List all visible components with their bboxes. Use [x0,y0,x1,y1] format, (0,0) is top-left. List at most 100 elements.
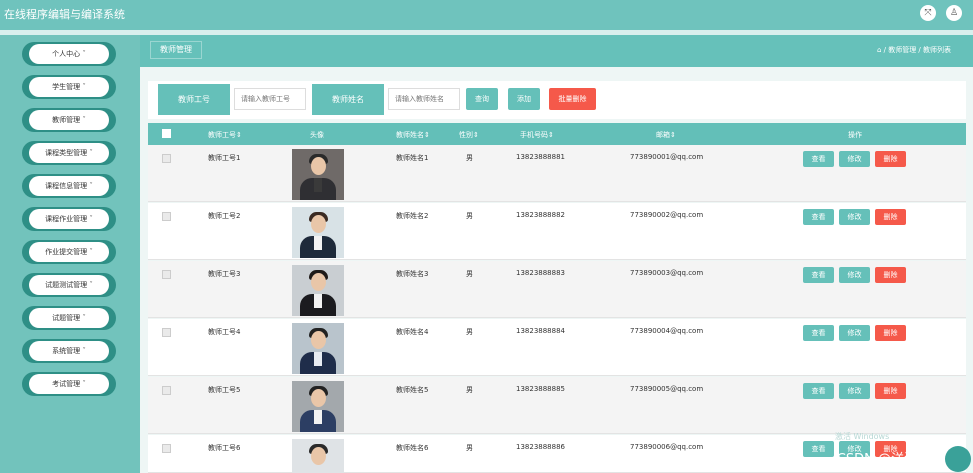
teacher-table: 教师工号⇕ 头像 教师姓名⇕ 性别⇕ 手机号码⇕ 邮箱⇕ 操作 教师工号1 教师… [148,123,966,473]
delete-button[interactable]: 删除 [875,151,906,167]
view-button[interactable]: 查看 [803,441,834,457]
row-checkbox[interactable] [162,212,171,221]
search-bar: 教师工号 教师姓名 查询 添加 批量删除 [148,81,966,119]
teacher-gender: 男 [466,386,473,394]
teacher-email: 773890006@qq.com [630,443,704,451]
sidebar-item-label: 学生管理 ˇ [29,77,109,97]
table-header: 教师工号⇕ 头像 教师姓名⇕ 性别⇕ 手机号码⇕ 邮箱⇕ 操作 [148,123,966,145]
teacher-avatar [292,207,344,258]
sidebar-item-student-management[interactable]: 学生管理 ˇ [22,75,116,99]
sidebar-item-label: 课程信息管理 ˇ [29,176,109,196]
sidebar-item-course-homework-management[interactable]: 课程作业管理 ˇ [22,207,116,231]
teacher-name: 教师姓名2 [396,212,429,220]
view-button[interactable]: 查看 [803,267,834,283]
teacher-gender: 男 [466,328,473,336]
table-row: 教师工号2 教师姓名2 男 13823888882 773890002@qq.c… [148,203,966,260]
teacher-name: 教师姓名6 [396,444,429,452]
teacher-email: 773890005@qq.com [630,385,704,393]
floating-action-button[interactable] [945,446,971,472]
column-avatar: 头像 [310,131,324,139]
column-teacher-name[interactable]: 教师姓名⇕ [396,130,430,140]
teacher-name: 教师姓名3 [396,270,429,278]
edit-button[interactable]: 修改 [839,267,870,283]
sidebar-item-label: 课程类型管理 ˇ [29,143,109,163]
teacher-no-label: 教师工号 [158,84,230,115]
batch-delete-button[interactable]: 批量删除 [549,88,596,110]
row-checkbox[interactable] [162,386,171,395]
sidebar-item-label: 试题测试管理 ˇ [29,275,109,295]
teacher-avatar [292,265,344,316]
sidebar-item-question-management[interactable]: 试题管理 ˇ [22,306,116,330]
sidebar-item-label: 课程作业管理 ˇ [29,209,109,229]
view-button[interactable]: 查看 [803,325,834,341]
table-row: 教师工号5 教师姓名5 男 13823888885 773890005@qq.c… [148,377,966,434]
breadcrumb-bar: 教师管理 ⌂ / 教师管理 / 教师列表 [140,35,973,67]
edit-button[interactable]: 修改 [839,383,870,399]
view-button[interactable]: 查看 [803,383,834,399]
app-title: 在线程序编辑与编译系统 [4,8,125,21]
sidebar-item-personal-center[interactable]: 个人中心 ˇ [22,42,116,66]
top-bar: 在线程序编辑与编译系统 ⤧ ♙ [0,0,973,30]
teacher-gender: 男 [466,212,473,220]
teacher-phone: 13823888883 [516,269,565,277]
sidebar-item-homework-submission-management[interactable]: 作业提交管理 ˇ [22,240,116,264]
teacher-avatar [292,381,344,432]
teacher-no: 教师工号5 [208,386,241,394]
sidebar-item-label: 作业提交管理 ˇ [29,242,109,262]
fullscreen-icon[interactable]: ⤧ [920,5,936,21]
teacher-email: 773890002@qq.com [630,211,704,219]
tab-teacher-management[interactable]: 教师管理 [150,41,202,59]
teacher-no: 教师工号1 [208,154,241,162]
teacher-avatar [292,149,344,200]
teacher-email: 773890003@qq.com [630,269,704,277]
sidebar-item-label: 考试管理 ˇ [29,374,109,394]
sidebar-item-exam-management[interactable]: 考试管理 ˇ [22,372,116,396]
delete-button[interactable]: 删除 [875,209,906,225]
teacher-gender: 男 [466,444,473,452]
column-actions: 操作 [848,131,862,139]
teacher-name-input[interactable] [388,88,460,110]
column-email[interactable]: 邮箱⇕ [656,130,676,140]
teacher-avatar [292,439,344,473]
teacher-avatar [292,323,344,374]
sidebar-item-course-info-management[interactable]: 课程信息管理 ˇ [22,174,116,198]
teacher-name: 教师姓名4 [396,328,429,336]
teacher-gender: 男 [466,154,473,162]
row-checkbox[interactable] [162,270,171,279]
view-button[interactable]: 查看 [803,151,834,167]
table-row: 教师工号4 教师姓名4 男 13823888884 773890004@qq.c… [148,319,966,376]
row-checkbox[interactable] [162,154,171,163]
teacher-no: 教师工号6 [208,444,241,452]
row-checkbox[interactable] [162,328,171,337]
column-phone[interactable]: 手机号码⇕ [520,130,554,140]
delete-button[interactable]: 删除 [875,383,906,399]
teacher-name: 教师姓名5 [396,386,429,394]
edit-button[interactable]: 修改 [839,151,870,167]
table-row: 教师工号1 教师姓名1 男 13823888881 773890001@qq.c… [148,145,966,202]
main-content: 教师管理 ⌂ / 教师管理 / 教师列表 教师工号 教师姓名 查询 添加 批量删… [140,35,973,473]
sidebar-item-test-management[interactable]: 试题测试管理 ˇ [22,273,116,297]
watermark: CSDN @洋洋学姐 [836,452,943,467]
sidebar: 个人中心 ˇ 学生管理 ˇ 教师管理 ˇ 课程类型管理 ˇ 课程信息管理 ˇ 课… [0,35,140,473]
column-gender[interactable]: 性别⇕ [459,130,479,140]
sidebar-item-system-management[interactable]: 系统管理 ˇ [22,339,116,363]
sidebar-item-label: 试题管理 ˇ [29,308,109,328]
teacher-no-input[interactable] [234,88,306,110]
teacher-name: 教师姓名1 [396,154,429,162]
column-teacher-no[interactable]: 教师工号⇕ [208,130,242,140]
delete-button[interactable]: 删除 [875,267,906,283]
teacher-no: 教师工号3 [208,270,241,278]
edit-button[interactable]: 修改 [839,209,870,225]
view-button[interactable]: 查看 [803,209,834,225]
row-checkbox[interactable] [162,444,171,453]
edit-button[interactable]: 修改 [839,325,870,341]
search-button[interactable]: 查询 [466,88,498,110]
delete-button[interactable]: 删除 [875,325,906,341]
teacher-phone: 13823888881 [516,153,565,161]
user-icon[interactable]: ♙ [946,5,962,21]
sidebar-item-course-type-management[interactable]: 课程类型管理 ˇ [22,141,116,165]
select-all-checkbox[interactable] [162,129,171,138]
sidebar-item-teacher-management[interactable]: 教师管理 ˇ [22,108,116,132]
add-button[interactable]: 添加 [508,88,540,110]
sidebar-item-label: 系统管理 ˇ [29,341,109,361]
